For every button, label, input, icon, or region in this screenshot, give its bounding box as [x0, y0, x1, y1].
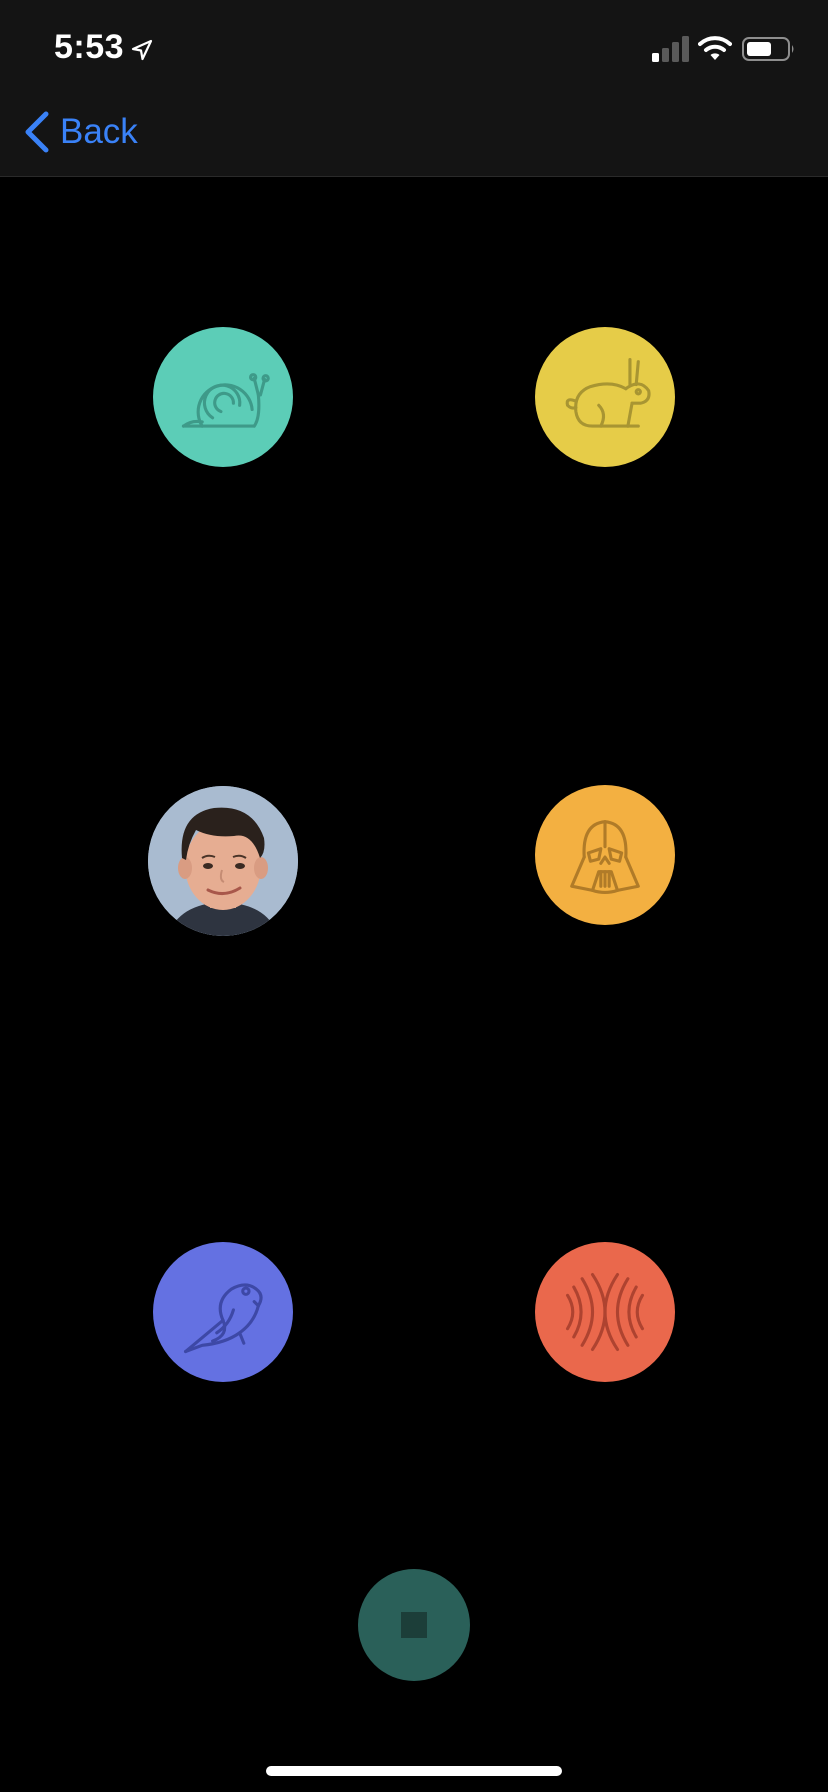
rabbit-icon — [565, 358, 651, 428]
wifi-icon — [698, 34, 732, 62]
cellular-signal-icon — [652, 36, 690, 62]
echo-icon — [566, 1273, 644, 1351]
snail-icon — [181, 373, 270, 428]
snail-voice-button[interactable] — [153, 327, 293, 467]
battery-icon — [742, 37, 796, 61]
avatar-photo — [148, 786, 298, 936]
stop-icon — [401, 1612, 427, 1638]
darth-vader-voice-button[interactable] — [535, 785, 675, 925]
profile-photo-voice-button[interactable] — [148, 786, 298, 936]
back-button[interactable]: Back — [22, 108, 138, 156]
chevron-left-icon — [22, 110, 52, 154]
status-bar: 5:53 — [0, 0, 828, 88]
parrot-icon — [184, 1283, 263, 1354]
home-indicator[interactable] — [266, 1766, 562, 1776]
rabbit-voice-button[interactable] — [535, 327, 675, 467]
echo-voice-button[interactable] — [535, 1242, 675, 1382]
parrot-voice-button[interactable] — [153, 1242, 293, 1382]
darth-vader-icon — [570, 820, 640, 894]
status-time: 5:53 — [54, 28, 125, 66]
navigation-bar: Back — [0, 88, 828, 177]
back-label: Back — [60, 112, 138, 151]
location-arrow-icon — [130, 38, 154, 62]
stop-button[interactable] — [358, 1569, 470, 1681]
